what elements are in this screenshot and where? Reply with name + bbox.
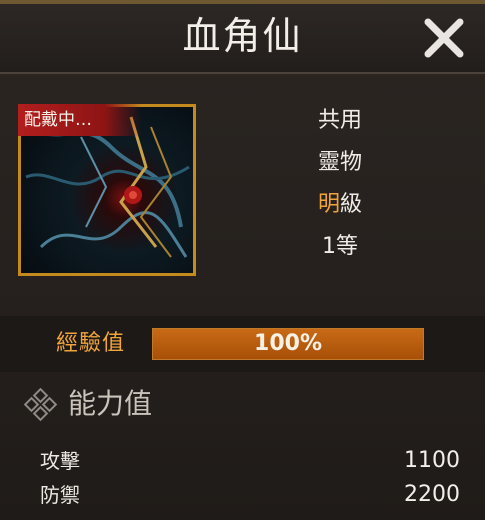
stat-name: 防禦 — [40, 483, 80, 507]
item-type: 靈物 — [317, 150, 362, 175]
item-info: 共用 靈物 明級 1等 — [290, 100, 390, 268]
stat-row-defense: 防禦 2200 — [40, 478, 460, 512]
grade-suffix: 級 — [340, 192, 363, 217]
stat-value: 1100 — [404, 448, 460, 473]
item-title: 血角仙 — [182, 14, 303, 58]
item-grade: 明級 — [290, 184, 390, 226]
grade-key: 明 — [317, 192, 340, 217]
close-button[interactable] — [418, 14, 470, 62]
experience-label: 經驗值 — [56, 331, 126, 356]
stat-value: 2200 — [404, 482, 460, 507]
experience-row: 經驗值 100% — [0, 316, 485, 372]
title-bar: 血角仙 — [0, 0, 485, 74]
item-usage: 共用 — [317, 108, 362, 133]
stats-title: 能力值 — [68, 387, 153, 420]
stat-row-attack: 攻擊 1100 — [40, 444, 460, 478]
title-bar-edge — [0, 0, 485, 4]
close-icon — [424, 18, 464, 58]
diamond-cluster-icon — [24, 388, 58, 422]
item-level: 1等 — [322, 234, 358, 259]
experience-value: 100% — [254, 331, 322, 356]
experience-bar: 100% — [152, 328, 424, 360]
item-detail-panel: 血角仙 配戴中… 共用 靈物 明級 1等 經驗值 100% 能力值 攻擊 110… — [0, 0, 485, 520]
equipped-badge: 配戴中… — [18, 104, 142, 136]
stat-name: 攻擊 — [40, 449, 80, 473]
